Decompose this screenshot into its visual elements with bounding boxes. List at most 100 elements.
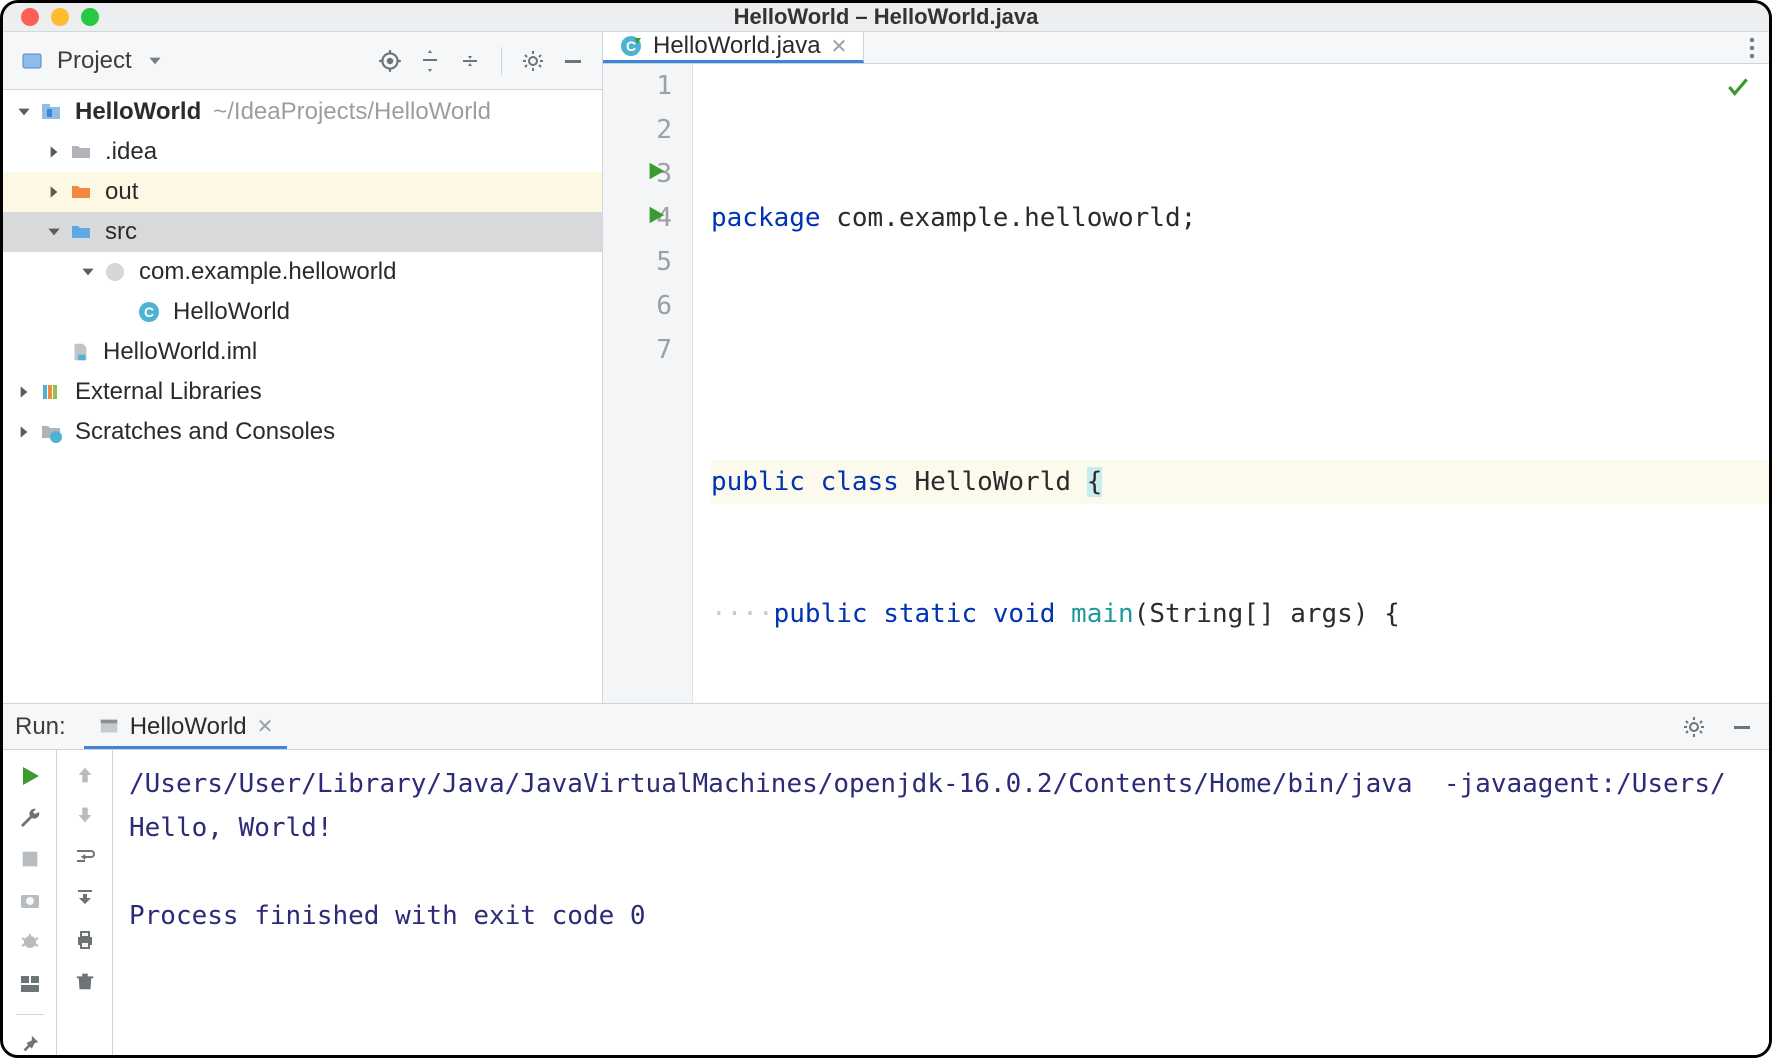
svg-text:C: C: [626, 38, 636, 54]
tree-node-out[interactable]: out: [3, 172, 602, 212]
run-toolbar-secondary: [57, 750, 113, 1055]
tree-root-path: ~/IdeaProjects/HelloWorld: [213, 98, 491, 126]
minimize-panel-icon[interactable]: [1727, 712, 1757, 742]
more-options-icon[interactable]: [1735, 32, 1769, 63]
project-icon: [17, 46, 47, 76]
gutter-line[interactable]: 6: [603, 284, 672, 328]
project-panel-title[interactable]: Project: [57, 47, 132, 75]
gutter[interactable]: 1 2 3 4 5 6 7: [603, 64, 693, 703]
locate-icon[interactable]: [375, 46, 405, 76]
run-gutter-icon[interactable]: [645, 160, 667, 182]
window-title: HelloWorld – HelloWorld.java: [3, 4, 1769, 30]
status-ok-icon[interactable]: [1725, 74, 1751, 100]
tree-label: src: [105, 218, 137, 246]
wrench-icon[interactable]: [18, 806, 42, 830]
project-panel-header: Project: [3, 32, 602, 90]
print-icon[interactable]: [73, 928, 97, 952]
window-controls: [21, 8, 99, 26]
soft-wrap-icon[interactable]: [73, 844, 97, 868]
tree-node-package[interactable]: com.example.helloworld: [3, 252, 602, 292]
gear-icon[interactable]: [1679, 712, 1709, 742]
console-output[interactable]: /Users/User/Library/Java/JavaVirtualMach…: [113, 750, 1769, 1055]
chevron-right-icon[interactable]: [43, 181, 65, 203]
run-panel: Run: HelloWorld ✕: [3, 703, 1769, 1055]
expand-all-icon[interactable]: [415, 46, 445, 76]
tree-label: com.example.helloworld: [139, 258, 396, 286]
close-window-button[interactable]: [21, 8, 39, 26]
code-line: [711, 328, 1769, 372]
scratch-icon: [39, 420, 63, 444]
run-panel-title: Run:: [15, 713, 66, 741]
close-tab-icon[interactable]: ✕: [257, 714, 274, 739]
pin-icon[interactable]: [19, 1033, 41, 1055]
chevron-down-icon[interactable]: [43, 221, 65, 243]
tree-label: Scratches and Consoles: [75, 418, 335, 446]
up-arrow-icon[interactable]: [74, 764, 96, 786]
console-line: [129, 850, 1753, 894]
editor-tab[interactable]: C HelloWorld.java ✕: [603, 32, 864, 63]
tree-node-scratches[interactable]: Scratches and Consoles: [3, 412, 602, 452]
libraries-icon: [39, 380, 63, 404]
chevron-down-icon[interactable]: [77, 261, 99, 283]
stop-icon[interactable]: [19, 848, 41, 870]
application-icon: [98, 716, 120, 738]
project-panel: Project HelloWorld ~/IdeaProjects: [3, 32, 603, 703]
folder-icon: [69, 140, 93, 164]
console-line: Hello, World!: [129, 806, 1753, 850]
tree-node-external[interactable]: External Libraries: [3, 372, 602, 412]
folder-icon: [69, 180, 93, 204]
run-gutter-icon[interactable]: [645, 204, 667, 226]
debug-icon[interactable]: [18, 930, 42, 954]
project-tree[interactable]: HelloWorld ~/IdeaProjects/HelloWorld .id…: [3, 90, 602, 703]
tree-node-class-file[interactable]: C HelloWorld: [3, 292, 602, 332]
tree-label: .idea: [105, 138, 157, 166]
layout-icon[interactable]: [18, 972, 42, 996]
editor-tab-bar: C HelloWorld.java ✕: [603, 32, 1769, 64]
run-panel-header: Run: HelloWorld ✕: [3, 704, 1769, 750]
chevron-right-icon[interactable]: [13, 421, 35, 443]
class-icon: C: [137, 300, 161, 324]
run-config-label: HelloWorld: [130, 713, 247, 741]
tree-label: HelloWorld: [173, 298, 290, 326]
tree-label: HelloWorld.iml: [103, 338, 257, 366]
file-icon: [69, 341, 91, 363]
ide-window: HelloWorld – HelloWorld.java Project: [0, 0, 1772, 1058]
close-tab-icon[interactable]: ✕: [831, 34, 848, 59]
tree-root[interactable]: HelloWorld ~/IdeaProjects/HelloWorld: [3, 92, 602, 132]
main-area: Project HelloWorld ~/IdeaProjects: [3, 32, 1769, 703]
scroll-to-end-icon[interactable]: [73, 886, 97, 910]
chevron-right-icon[interactable]: [43, 141, 65, 163]
console-line: Process finished with exit code 0: [129, 894, 1753, 938]
minimize-panel-icon[interactable]: [558, 46, 588, 76]
tree-node-src[interactable]: src: [3, 212, 602, 252]
chevron-down-icon[interactable]: [146, 52, 164, 70]
console-line: /Users/User/Library/Java/JavaVirtualMach…: [129, 762, 1753, 806]
chevron-right-icon[interactable]: [13, 381, 35, 403]
gear-icon[interactable]: [518, 46, 548, 76]
run-config-tab[interactable]: HelloWorld ✕: [84, 704, 288, 749]
editor-tab-label: HelloWorld.java: [653, 32, 821, 60]
source-folder-icon: [69, 220, 93, 244]
gutter-line[interactable]: 7: [603, 328, 672, 372]
separator: [501, 47, 502, 75]
svg-text:C: C: [144, 304, 154, 320]
rerun-icon[interactable]: [18, 764, 42, 788]
minimize-window-button[interactable]: [51, 8, 69, 26]
chevron-down-icon[interactable]: [13, 101, 35, 123]
code-line: ····public static void main(String[] arg…: [711, 592, 1769, 636]
collapse-all-icon[interactable]: [455, 46, 485, 76]
down-arrow-icon[interactable]: [74, 804, 96, 826]
code-editor[interactable]: 1 2 3 4 5 6 7 package com.example.hellow…: [603, 64, 1769, 703]
camera-icon[interactable]: [18, 888, 42, 912]
gutter-line[interactable]: 5: [603, 240, 672, 284]
maximize-window-button[interactable]: [81, 8, 99, 26]
gutter-line[interactable]: 2: [603, 108, 672, 152]
separator: [16, 1014, 44, 1015]
gutter-line[interactable]: 1: [603, 64, 672, 108]
tree-root-label: HelloWorld: [75, 98, 201, 126]
trash-icon[interactable]: [74, 970, 96, 992]
package-icon: [103, 260, 127, 284]
code-body[interactable]: package com.example.helloworld; public c…: [693, 64, 1769, 703]
tree-node-iml[interactable]: HelloWorld.iml: [3, 332, 602, 372]
tree-node-idea[interactable]: .idea: [3, 132, 602, 172]
